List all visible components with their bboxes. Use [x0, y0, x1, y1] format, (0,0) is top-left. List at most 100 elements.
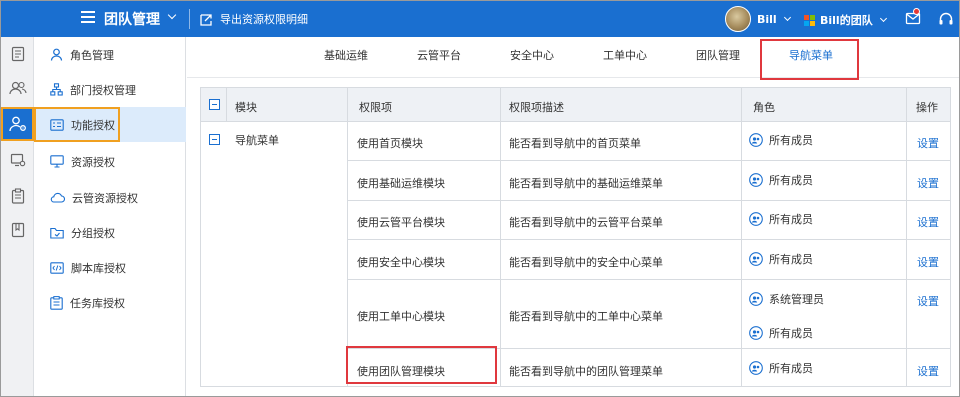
export-button[interactable]: 导出资源权限明细	[199, 9, 308, 29]
permission-table: 模块 权限项 权限项描述 角色 操作 导航菜单 使用首页模块 能否看到导航中的首…	[200, 87, 951, 387]
header-module: 模块	[235, 101, 257, 114]
role-tag: 所有成员	[749, 360, 813, 376]
avatar	[725, 6, 751, 32]
role-icon	[749, 212, 763, 226]
sidebar-item-script-auth[interactable]: 脚本库授权	[34, 250, 186, 285]
highlight-box	[34, 107, 120, 142]
tab-ticket-center[interactable]: 工单中心	[603, 47, 647, 63]
role-name: 所有成员	[769, 174, 813, 187]
team-name: Bill的团队	[820, 14, 873, 27]
chevron-down-icon	[783, 13, 791, 22]
sidebar-item-label: 资源授权	[71, 155, 115, 169]
role-name: 所有成员	[769, 134, 813, 147]
sidebar-item-resource-auth[interactable]: 资源授权	[34, 144, 186, 179]
sidebar-item-task-auth[interactable]: 任务库授权	[34, 285, 186, 320]
rail-users-icon[interactable]	[1, 71, 34, 105]
row-description: 能否看到导航中的安全中心菜单	[509, 256, 663, 269]
rail-clipboard-icon[interactable]	[1, 179, 34, 213]
app-title[interactable]: 团队管理	[104, 9, 160, 29]
highlight-box	[346, 346, 497, 384]
user-menu[interactable]: Bill	[725, 6, 791, 32]
row-description: 能否看到导航中的工单中心菜单	[509, 310, 663, 323]
tab-basic-ops[interactable]: 基础运维	[324, 47, 368, 63]
role-name: 所有成员	[769, 327, 813, 340]
role-tag: 所有成员	[749, 211, 813, 227]
sidebar: 角色管理 部门授权管理 功能授权 资源授权 云管资源授权 分组授权 脚本库授权 …	[34, 37, 186, 396]
row-description: 能否看到导航中的云管平台菜单	[509, 216, 663, 229]
task-icon	[50, 295, 63, 310]
script-icon	[50, 261, 64, 274]
highlight-box	[760, 39, 859, 80]
export-icon	[200, 13, 212, 26]
folder-icon	[50, 227, 64, 239]
monitor-icon	[50, 155, 64, 168]
settings-link[interactable]: 设置	[917, 254, 939, 270]
sidebar-item-group-auth[interactable]: 分组授权	[34, 215, 186, 250]
row-permission: 使用基础运维模块	[357, 177, 445, 190]
sidebar-item-cloud-resource-auth[interactable]: 云管资源授权	[34, 180, 186, 215]
rail-monitor-settings-icon[interactable]	[1, 143, 34, 177]
role-tag: 系统管理员	[749, 291, 824, 307]
sidebar-item-role-management[interactable]: 角色管理	[34, 37, 186, 72]
row-permission: 使用安全中心模块	[357, 256, 445, 269]
active-tab-indicator	[764, 32, 854, 34]
rail-book-icon[interactable]	[1, 213, 34, 247]
user-name: Bill	[757, 12, 777, 26]
role-icon	[749, 292, 763, 306]
row-description: 能否看到导航中的团队管理菜单	[509, 365, 663, 378]
cloud-icon	[50, 192, 65, 203]
tab-cloud-platform[interactable]: 云管平台	[417, 47, 461, 63]
sidebar-item-department-auth[interactable]: 部门授权管理	[34, 72, 186, 107]
settings-link[interactable]: 设置	[917, 214, 939, 230]
role-tag: 所有成员	[749, 251, 813, 267]
chevron-down-icon	[879, 14, 887, 23]
rail-document-icon[interactable]	[1, 37, 34, 71]
role-icon	[749, 173, 763, 187]
sidebar-item-function-auth[interactable]: 功能授权	[34, 107, 186, 142]
menu-icon[interactable]	[81, 11, 95, 23]
headset-icon[interactable]	[938, 11, 954, 30]
module-name: 导航菜单	[235, 134, 279, 147]
header-action: 操作	[916, 101, 938, 114]
notification-badge	[913, 8, 920, 15]
row-permission: 使用工单中心模块	[357, 310, 445, 323]
notification-icon[interactable]	[905, 8, 921, 29]
row-permission: 使用云管平台模块	[357, 216, 445, 229]
chevron-down-icon[interactable]	[167, 10, 177, 20]
tab-team-management[interactable]: 团队管理	[696, 47, 740, 63]
role-name: 所有成员	[769, 253, 813, 266]
role-icon	[749, 252, 763, 266]
header-description: 权限项描述	[509, 101, 564, 114]
settings-link[interactable]: 设置	[917, 293, 939, 309]
role-icon	[749, 361, 763, 375]
role-tag: 所有成员	[749, 172, 813, 188]
team-menu[interactable]: Bill的团队	[804, 12, 887, 28]
sidebar-item-label: 部门授权管理	[70, 83, 136, 97]
select-all-checkbox[interactable]	[209, 99, 220, 110]
settings-link[interactable]: 设置	[917, 175, 939, 191]
header-role: 角色	[753, 101, 775, 114]
role-icon	[749, 133, 763, 147]
row-permission: 使用首页模块	[357, 137, 423, 150]
team-grid-icon	[804, 14, 815, 26]
header-permission: 权限项	[359, 101, 392, 114]
icon-rail	[1, 37, 34, 396]
role-name: 所有成员	[769, 213, 813, 226]
settings-link[interactable]: 设置	[917, 135, 939, 151]
role-tag: 所有成员	[749, 325, 813, 341]
user-icon	[50, 48, 63, 61]
role-name: 所有成员	[769, 362, 813, 375]
role-name: 系统管理员	[769, 293, 824, 306]
settings-link[interactable]: 设置	[917, 363, 939, 379]
role-icon	[749, 326, 763, 340]
export-label: 导出资源权限明细	[220, 13, 308, 26]
sidebar-item-label: 分组授权	[71, 226, 115, 240]
module-checkbox[interactable]	[209, 134, 220, 145]
divider	[189, 9, 190, 29]
rail-user-settings-icon[interactable]	[1, 107, 34, 141]
sidebar-item-label: 云管资源授权	[72, 191, 138, 205]
sidebar-item-label: 角色管理	[70, 48, 114, 62]
row-description: 能否看到导航中的基础运维菜单	[509, 177, 663, 190]
sidebar-item-label: 脚本库授权	[71, 261, 126, 275]
tab-security-center[interactable]: 安全中心	[510, 47, 554, 63]
